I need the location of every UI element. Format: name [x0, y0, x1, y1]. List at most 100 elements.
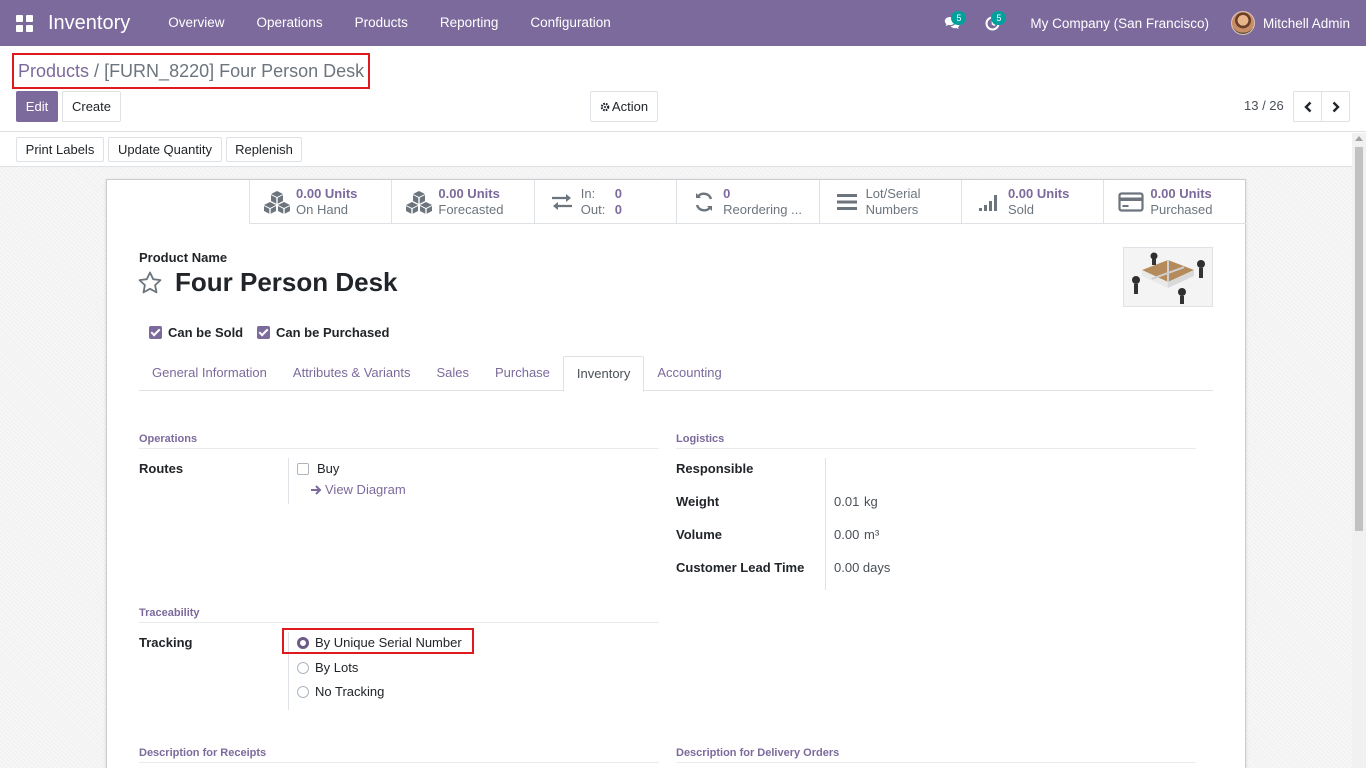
- traceability-group-title: Traceability: [139, 607, 659, 623]
- volume-unit: m³: [864, 527, 880, 542]
- update-quantity-button[interactable]: Update Quantity: [108, 137, 222, 162]
- user-name: Mitchell Admin: [1262, 15, 1350, 31]
- logistics-group-title: Logistics: [676, 433, 1196, 449]
- checkbox-checked-icon: [257, 326, 270, 339]
- checkbox-checked-icon: [149, 326, 162, 339]
- replenish-button[interactable]: Replenish: [226, 137, 302, 162]
- tab-attributes-variants[interactable]: Attributes & Variants: [280, 356, 424, 391]
- form-sheet: 0.00 Units On Hand 0.00 Units Forecasted…: [106, 179, 1246, 768]
- pager-value[interactable]: 13 / 26: [1244, 98, 1284, 113]
- purchased-button[interactable]: 0.00 Units Purchased: [1103, 180, 1245, 224]
- menu-reporting[interactable]: Reporting: [424, 0, 515, 46]
- tracking-none-radio[interactable]: No Tracking: [297, 684, 384, 699]
- pager-next-button[interactable]: [1321, 91, 1350, 122]
- weight-label: Weight: [676, 494, 720, 509]
- action-button[interactable]: Action: [590, 91, 658, 122]
- tracking-none-label: No Tracking: [315, 684, 385, 699]
- tracking-serial-label: By Unique Serial Number: [315, 635, 462, 650]
- user-menu[interactable]: Mitchell Admin: [1230, 11, 1366, 35]
- checkbox-unchecked-icon: [297, 462, 309, 475]
- chevron-left-icon: [1303, 101, 1311, 112]
- weight-value: 0.01: [834, 494, 860, 509]
- forecasted-label: Forecasted: [438, 202, 504, 217]
- menu-configuration[interactable]: Configuration: [514, 0, 626, 46]
- tab-inventory[interactable]: Inventory: [562, 356, 645, 392]
- reordering-button[interactable]: 0 Reordering ...: [676, 180, 818, 224]
- product-name-label: Product Name: [139, 250, 228, 265]
- menu-operations[interactable]: Operations: [241, 0, 339, 46]
- responsible-label: Responsible: [676, 461, 754, 476]
- radio-unselected-icon: [297, 685, 309, 698]
- tracking-lots-label: By Lots: [315, 660, 359, 675]
- tab-sales[interactable]: Sales: [423, 356, 482, 391]
- cubes-icon: [404, 190, 434, 214]
- activities-count-badge: 5: [991, 11, 1007, 25]
- in-out-button[interactable]: In: 0 Out: 0: [533, 180, 676, 224]
- print-labels-button[interactable]: Print Labels: [16, 137, 104, 162]
- apps-menu-icon[interactable]: [0, 0, 48, 46]
- lots-label-line-2: Numbers: [865, 202, 919, 217]
- can-be-sold-label: Can be Sold: [168, 325, 244, 340]
- create-button[interactable]: Create: [62, 91, 121, 122]
- tracking-lots-radio[interactable]: By Lots: [297, 660, 358, 675]
- view-diagram-link[interactable]: View Diagram: [310, 482, 406, 497]
- on-hand-button[interactable]: 0.00 Units On Hand: [249, 180, 391, 224]
- smart-buttons: 0.00 Units On Hand 0.00 Units Forecasted…: [249, 180, 1246, 224]
- product-name-title[interactable]: Four Person Desk: [175, 267, 398, 298]
- app-title[interactable]: Inventory: [48, 12, 130, 35]
- out-label: Out:: [580, 202, 606, 217]
- tab-general-information[interactable]: General Information: [139, 356, 280, 391]
- sold-label: Sold: [1007, 202, 1034, 217]
- tracking-serial-radio[interactable]: By Unique Serial Number: [297, 635, 462, 650]
- signal-icon: [974, 192, 1004, 212]
- exchange-icon: [547, 192, 577, 212]
- product-image[interactable]: [1123, 247, 1213, 307]
- avatar: [1230, 11, 1255, 35]
- scroll-up-arrow[interactable]: [1355, 136, 1363, 141]
- view-diagram-label: View Diagram: [325, 482, 406, 497]
- tracking-label: Tracking: [139, 635, 193, 650]
- in-label: In:: [580, 186, 596, 201]
- radio-selected-icon: [297, 636, 309, 649]
- menu-overview[interactable]: Overview: [152, 0, 240, 46]
- form-background: 0.00 Units On Hand 0.00 Units Forecasted…: [0, 167, 1352, 768]
- customer-lead-time-value: 0.00 days: [834, 560, 891, 575]
- top-navbar: Inventory Overview Operations Products R…: [0, 0, 1366, 46]
- action-label: Action: [611, 99, 649, 114]
- messages-count-badge: 5: [951, 11, 967, 25]
- cubes-icon: [262, 190, 292, 214]
- tab-purchase[interactable]: Purchase: [482, 356, 563, 391]
- sold-button[interactable]: 0.00 Units Sold: [960, 180, 1103, 224]
- purchased-label: Purchased: [1150, 202, 1213, 217]
- form-statusbar: Print Labels Update Quantity Replenish: [0, 133, 1366, 167]
- in-value: 0: [614, 186, 623, 201]
- scrollbar-thumb[interactable]: [1355, 147, 1363, 531]
- description-delivery-title: Description for Delivery Orders: [676, 747, 1196, 763]
- operations-group-title: Operations: [139, 433, 659, 449]
- company-switcher[interactable]: My Company (San Francisco): [1012, 16, 1231, 31]
- activities-button[interactable]: 5: [972, 0, 1012, 46]
- page-scrollbar[interactable]: [1352, 133, 1366, 768]
- reordering-value: 0: [723, 186, 731, 201]
- arrow-right-icon: [311, 484, 322, 495]
- favorite-star-icon[interactable]: [137, 270, 163, 296]
- breadcrumb-products-link[interactable]: Products: [18, 61, 89, 82]
- can-be-purchased-label: Can be Purchased: [276, 325, 390, 340]
- edit-button[interactable]: Edit: [16, 91, 58, 122]
- on-hand-label: On Hand: [296, 202, 349, 217]
- gear-icon: [600, 102, 610, 111]
- volume-value: 0.00: [834, 527, 860, 542]
- volume-label: Volume: [676, 527, 722, 542]
- can-be-purchased-checkbox[interactable]: Can be Purchased: [257, 325, 389, 340]
- menu-products[interactable]: Products: [339, 0, 424, 46]
- route-buy-checkbox[interactable]: Buy: [297, 461, 339, 476]
- messages-button[interactable]: 5: [932, 0, 972, 46]
- tab-accounting[interactable]: Accounting: [644, 356, 734, 391]
- can-be-sold-checkbox[interactable]: Can be Sold: [149, 325, 243, 340]
- reordering-label: Reordering ...: [723, 202, 802, 217]
- pager-previous-button[interactable]: [1293, 91, 1322, 122]
- forecasted-button[interactable]: 0.00 Units Forecasted: [391, 180, 533, 224]
- lot-serial-button[interactable]: Lot/Serial Numbers: [818, 180, 961, 224]
- out-value: 0: [614, 202, 623, 217]
- chevron-right-icon: [1332, 101, 1340, 112]
